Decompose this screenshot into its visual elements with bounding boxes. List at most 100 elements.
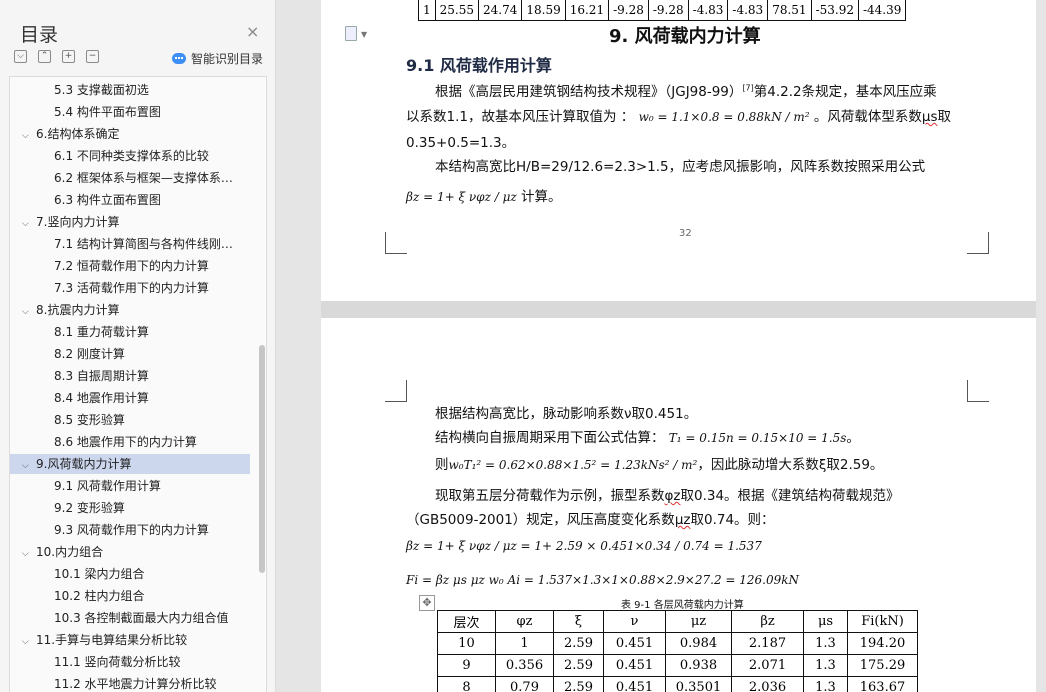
equation: w₀ = 1.1×0.8 = 0.88kN / m² [638, 110, 810, 124]
equation: T₁ = 0.15n = 0.15×10 = 1.5s [668, 431, 847, 445]
chevron-down-icon[interactable]: ⌵ [22, 126, 32, 144]
page-32: ▼ 1 25.55 24.74 18.59 16.21 -9.28 -9.28 -4.83 -4… [321, 0, 1036, 301]
toc-item-label: 10.2 柱内力组合 [54, 589, 145, 603]
toc-item[interactable]: ⌵ 8.抗震内力计算 [10, 300, 250, 320]
toc-item[interactable]: 10.3 各控制截面最大内力组合值 [10, 608, 250, 628]
toc-scrollbar[interactable] [259, 345, 265, 573]
page-corner-mark [967, 380, 989, 402]
toc-item[interactable]: 8.3 自振周期计算 [10, 366, 250, 386]
toc-item[interactable]: 9.1 风荷载作用计算 [10, 476, 250, 496]
add-heading-button[interactable]: + [62, 50, 75, 63]
chevron-down-icon[interactable]: ⌵ [22, 456, 32, 474]
toc-item[interactable]: ⌵ 10.内力组合 [10, 542, 250, 562]
previous-table-row: 1 25.55 24.74 18.59 16.21 -9.28 -9.28 -4.83 -4.8… [418, 0, 907, 21]
toc-item[interactable]: 11.1 竖向荷载分析比较 [10, 652, 250, 672]
toc-item[interactable]: ⌵ 11.手算与电算结果分析比较 [10, 630, 250, 650]
paragraph-line: 现取第五层分荷载作为示例，振型系数φz取0.34。根据《建筑结构荷载规范》 [435, 488, 900, 504]
table-move-handle[interactable]: ✥ [419, 595, 435, 611]
toc-item[interactable]: ⌵ 9.风荷载内力计算 [10, 454, 250, 474]
chevron-down-icon[interactable]: ▼ [361, 30, 367, 39]
toc-item-label: 10.内力组合 [36, 545, 104, 559]
table-cell: 2.59 [553, 676, 604, 692]
toc-item[interactable]: 11.2 水平地震力计算分析比较 [10, 674, 250, 692]
toc-item-label: 7.3 活荷载作用下的内力计算 [54, 281, 209, 295]
toc-item-label: 11.2 水平地震力计算分析比较 [54, 677, 217, 691]
table-cell: 1 [418, 0, 436, 21]
equation: w₀T₁² = 0.62×0.88×1.5² = 1.23kNs² / m² [448, 458, 698, 472]
document-icon[interactable] [345, 26, 357, 41]
toc-item-label: 8.4 地震作用计算 [54, 391, 149, 405]
close-icon[interactable]: × [246, 22, 259, 41]
toc-item[interactable]: 5.4 构件平面布置图 [10, 102, 250, 122]
table-cell: 0.451 [603, 632, 666, 655]
table-header-cell: 层次 [437, 610, 496, 633]
table-cell: 1 [495, 632, 554, 655]
toc-item-label: 11.1 竖向荷载分析比较 [54, 655, 181, 669]
toc-item-label: 6.1 不同种类支撑体系的比较 [54, 149, 209, 163]
toc-item[interactable]: 9.3 风荷载作用下的内力计算 [10, 520, 250, 540]
chevron-down-icon[interactable]: ⌵ [22, 544, 32, 562]
table-cell: -9.28 [647, 0, 689, 21]
toc-item-label: 7.竖向内力计算 [36, 215, 120, 229]
table-caption: 表 9-1 各层风荷载内力计算 [621, 600, 744, 611]
toc-item[interactable]: 8.6 地震作用下的内力计算 [10, 432, 250, 452]
table-cell: 0.356 [495, 654, 554, 677]
toc-item-label: 11.手算与电算结果分析比较 [36, 633, 188, 647]
page-33: 根据结构高宽比，脉动影响系数ν取0.451。 结构横向自振周期采用下面公式估算：… [321, 318, 1036, 692]
paragraph-line: βz = 1+ ξ νφz / μz 计算。 [406, 189, 562, 205]
toc-item[interactable]: 6.2 框架体系与框架—支撑体系… [10, 168, 250, 188]
paragraph-line: 则w₀T₁² = 0.62×0.88×1.5² = 1.23kNs² / m²，… [435, 457, 884, 473]
toc-item-label: 10.1 梁内力组合 [54, 567, 145, 581]
remove-heading-button[interactable]: − [86, 50, 99, 63]
table-cell: 25.55 [434, 0, 480, 21]
chevron-down-icon[interactable]: ⌵ [22, 632, 32, 650]
chevron-down-icon[interactable]: ⌵ [22, 302, 32, 320]
page-corner-mark [385, 232, 407, 254]
table-header-cell: βz [731, 610, 804, 633]
table-header-cell: φz [495, 610, 554, 633]
document-area[interactable]: ▼ 1 25.55 24.74 18.59 16.21 -9.28 -9.28 -4.83 -4… [277, 0, 1046, 692]
table-header-cell: μz [665, 610, 732, 633]
collapse-all-button[interactable]: ⌵ [14, 50, 27, 63]
table-cell: 1.3 [803, 632, 848, 655]
table-cell: -4.83 [727, 0, 769, 21]
toc-item[interactable]: 7.3 活荷载作用下的内力计算 [10, 278, 250, 298]
paragraph-line: 以系数1.1，故基本风压计算取值为 ： w₀ = 1.1×0.8 = 0.88k… [406, 109, 952, 125]
table-cell: -44.39 [857, 0, 907, 21]
toc-item[interactable]: 6.3 构件立面布置图 [10, 190, 250, 210]
toc-item[interactable]: 8.2 刚度计算 [10, 344, 250, 364]
table-cell: 2.59 [553, 632, 604, 655]
toc-item[interactable]: 8.1 重力荷载计算 [10, 322, 250, 342]
toc-item[interactable]: ⌵ 7.竖向内力计算 [10, 212, 250, 232]
table-cell: -4.83 [687, 0, 729, 21]
toc-item-label: 5.4 构件平面布置图 [54, 105, 161, 119]
expand-all-button[interactable]: ⌃ [38, 50, 51, 63]
cloud-icon [172, 53, 186, 64]
table-cell: 9 [437, 654, 496, 677]
toc-item-label: 8.抗震内力计算 [36, 303, 120, 317]
table-cell: -9.28 [608, 0, 649, 21]
table-cell: 10 [437, 632, 496, 655]
table-cell: 8 [437, 676, 496, 692]
toc-item[interactable]: 8.5 变形验算 [10, 410, 250, 430]
chevron-down-icon[interactable]: ⌵ [22, 214, 32, 232]
toc-item[interactable]: 7.1 结构计算简图与各构件线刚… [10, 234, 250, 254]
table-cell: 0.3501 [665, 676, 732, 692]
toc-item[interactable]: 8.4 地震作用计算 [10, 388, 250, 408]
toc-item[interactable]: 10.1 梁内力组合 [10, 564, 250, 584]
section-title: 9.1 风荷载作用计算 [406, 56, 552, 75]
table-header-cell: ξ [553, 610, 604, 633]
table-cell: 78.51 [767, 0, 812, 21]
toc-item[interactable]: 9.2 变形验算 [10, 498, 250, 518]
smart-toc-button[interactable]: 智能识别目录 [172, 50, 263, 67]
table-cell: 1.3 [803, 654, 848, 677]
table-header-cell: Fi(kN) [847, 610, 918, 633]
paragraph-line: 结构横向自振周期采用下面公式估算： T₁ = 0.15n = 0.15×10 =… [435, 430, 860, 446]
toc-item[interactable]: 10.2 柱内力组合 [10, 586, 250, 606]
toc-item[interactable]: 7.2 恒荷载作用下的内力计算 [10, 256, 250, 276]
toc-item-label: 7.2 恒荷载作用下的内力计算 [54, 259, 209, 273]
toc-item[interactable]: 5.3 支撑截面初选 [10, 80, 250, 100]
toc-item[interactable]: 6.1 不同种类支撑体系的比较 [10, 146, 250, 166]
toc-item[interactable]: ⌵ 6.结构体系确定 [10, 124, 250, 144]
toc-item-label: 8.1 重力荷载计算 [54, 325, 149, 339]
